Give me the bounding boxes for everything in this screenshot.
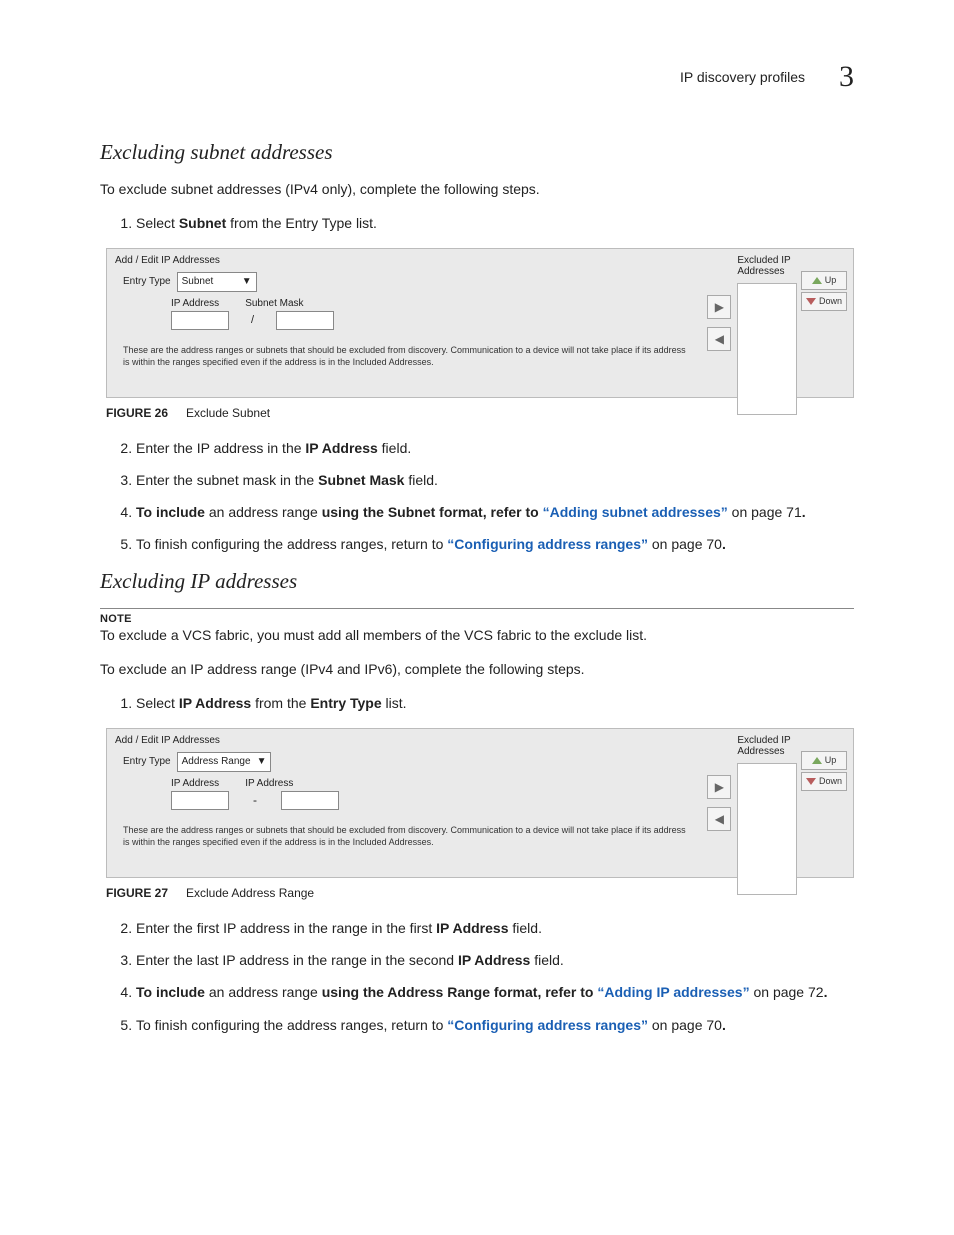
step-2: Enter the IP address in the IP Address f… [136,438,854,458]
dash-separator: - [253,793,257,807]
down-button-2[interactable]: Down [801,772,847,791]
step-1: Select Subnet from the Entry Type list. [136,213,854,233]
help-text-2: These are the address ranges or subnets … [123,824,689,848]
running-header: IP discovery profiles 3 [100,60,854,94]
note-divider [100,608,854,609]
note-text: To exclude a VCS fabric, you must add al… [100,625,854,645]
step-5: To finish configuring the address ranges… [136,534,854,554]
excluded-list[interactable] [737,283,797,415]
down-icon [806,778,816,785]
entry-type-label: Entry Type [123,276,171,287]
up-button[interactable]: Up [801,271,847,290]
step-3b: Enter the last IP address in the range i… [136,950,854,970]
step-5b: To finish configuring the address ranges… [136,1015,854,1035]
chevron-down-icon: ▼ [242,276,252,287]
up-icon [812,757,822,764]
intro-text: To exclude subnet addresses (IPv4 only),… [100,179,854,199]
link-configuring-address-ranges[interactable]: “Configuring address ranges” [447,536,648,552]
chevron-down-icon: ▼ [257,756,267,767]
ip-from-input[interactable] [171,791,229,810]
panel-title-right-2: Excluded IP Addresses [737,735,797,757]
figure-26-dialog: Add / Edit IP Addresses Entry Type Subne… [106,248,854,398]
ip-address-input[interactable] [171,311,229,330]
ip-address-label: IP Address [171,298,219,309]
ip-address-label-b: IP Address [245,778,293,789]
entry-type-select-2[interactable]: Address Range▼ [177,752,272,772]
step-3: Enter the subnet mask in the Subnet Mask… [136,470,854,490]
subnet-mask-label: Subnet Mask [245,298,303,309]
entry-type-label-2: Entry Type [123,756,171,767]
move-left-button-2[interactable]: ◀ [707,807,731,831]
move-right-button-2[interactable]: ▶ [707,775,731,799]
step-1b: Select IP Address from the Entry Type li… [136,693,854,713]
step-4: To include an address range using the Su… [136,502,854,522]
header-title: IP discovery profiles [680,69,805,85]
subnet-mask-input[interactable] [276,311,334,330]
ip-address-label-a: IP Address [171,778,219,789]
step-2b: Enter the first IP address in the range … [136,918,854,938]
excluded-list-2[interactable] [737,763,797,895]
slash-separator: / [251,314,254,326]
section-heading-excluding-ip: Excluding IP addresses [100,569,854,594]
note-label: NOTE [100,613,854,625]
step-4b: To include an address range using the Ad… [136,982,854,1002]
link-adding-subnet-addresses[interactable]: “Adding subnet addresses” [543,504,728,520]
move-right-button[interactable]: ▶ [707,295,731,319]
ip-to-input[interactable] [281,791,339,810]
panel-title-left-2: Add / Edit IP Addresses [115,735,697,746]
chapter-number: 3 [839,60,854,94]
move-left-button[interactable]: ◀ [707,327,731,351]
down-button[interactable]: Down [801,292,847,311]
panel-title-left: Add / Edit IP Addresses [115,255,697,266]
panel-title-right: Excluded IP Addresses [737,255,797,277]
intro-text-2: To exclude an IP address range (IPv4 and… [100,659,854,679]
section-heading-excluding-subnet: Excluding subnet addresses [100,140,854,165]
help-text: These are the address ranges or subnets … [123,344,689,368]
entry-type-select[interactable]: Subnet▼ [177,272,257,292]
down-icon [806,298,816,305]
figure-27-dialog: Add / Edit IP Addresses Entry Type Addre… [106,728,854,878]
up-icon [812,277,822,284]
link-adding-ip-addresses[interactable]: “Adding IP addresses” [597,984,749,1000]
up-button-2[interactable]: Up [801,751,847,770]
link-configuring-address-ranges-2[interactable]: “Configuring address ranges” [447,1017,648,1033]
